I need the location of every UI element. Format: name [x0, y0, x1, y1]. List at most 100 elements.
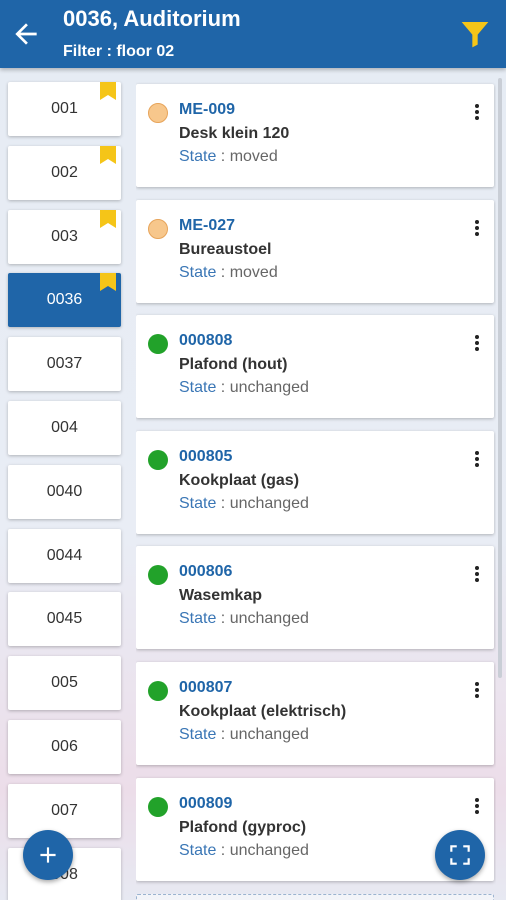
- item-state: State : unchanged: [179, 610, 309, 628]
- state-value: unchanged: [229, 841, 309, 859]
- room-label: 005: [51, 674, 78, 692]
- list-item[interactable]: 000808 Plafond (hout) State : unchanged: [136, 315, 494, 419]
- room-label: 003: [51, 227, 78, 245]
- list-item[interactable]: 000806 Wasemkap State : unchanged: [136, 546, 494, 650]
- room-item[interactable]: 0037: [8, 337, 121, 392]
- room-label: 001: [51, 100, 78, 117]
- list-item[interactable]: 000805 Kookplaat (gas) State : unchanged: [136, 430, 494, 534]
- item-state: State : unchanged: [179, 495, 309, 513]
- status-dot-icon: [148, 449, 168, 470]
- status-dot-icon: [148, 681, 168, 701]
- room-label: 002: [51, 163, 78, 181]
- item-code: 000807: [179, 679, 233, 696]
- room-item[interactable]: 005: [8, 656, 121, 711]
- app-bar: 0036, Auditorium Filter : floor 02: [0, 0, 506, 68]
- state-value: moved: [229, 263, 278, 281]
- more-vert-icon[interactable]: [472, 796, 482, 816]
- fullscreen-icon: [450, 845, 470, 865]
- list-item[interactable]: ME-009 Desk klein 120 State : moved: [136, 84, 494, 187]
- state-label: State: [179, 148, 217, 165]
- item-name: Kookplaat (elektrisch): [179, 703, 347, 720]
- status-dot-icon: [148, 218, 168, 239]
- item-state: State : moved: [179, 148, 278, 166]
- room-item[interactable]: 0045: [8, 592, 121, 647]
- item-name: Wasemkap: [179, 587, 262, 605]
- state-separator: :: [216, 379, 230, 397]
- state-separator: :: [216, 494, 230, 512]
- bookmark-icon: [100, 273, 116, 292]
- room-item[interactable]: 0044: [8, 528, 121, 583]
- item-name: Bureaustoel: [179, 240, 272, 258]
- funnel-icon[interactable]: [458, 18, 492, 50]
- state-label: State: [179, 263, 217, 281]
- item-name: Plafond (gyproc): [179, 818, 307, 836]
- status-dot-icon: [148, 796, 168, 817]
- more-vert-icon[interactable]: [472, 102, 482, 122]
- state-label: State: [179, 726, 217, 743]
- room-item[interactable]: 003: [8, 209, 121, 264]
- room-item[interactable]: 007: [8, 783, 121, 838]
- room-label: 0036: [46, 291, 83, 309]
- filter-subtitle: Filter : floor 02: [63, 43, 175, 60]
- room-label: 004: [51, 419, 78, 436]
- item-code: 000809: [179, 794, 233, 812]
- room-label: 0045: [46, 610, 83, 628]
- add-button[interactable]: [23, 830, 73, 880]
- room-label: 0040: [46, 482, 83, 500]
- room-list: 001 002 003 0036 0037 004 0040 0044 0045 005 006 00…: [0, 68, 130, 900]
- room-item[interactable]: 006: [8, 720, 121, 774]
- state-label: State: [179, 379, 217, 397]
- room-item[interactable]: 001: [8, 82, 121, 136]
- room-item[interactable]: 004: [8, 401, 121, 455]
- status-dot-icon: [148, 103, 168, 123]
- status-dot-icon: [148, 565, 168, 586]
- state-separator: :: [216, 726, 230, 743]
- state-value: unchanged: [229, 610, 309, 628]
- item-code: ME-009: [179, 101, 236, 118]
- state-label: State: [179, 494, 217, 512]
- more-vert-icon[interactable]: [472, 333, 482, 353]
- more-vert-icon[interactable]: [472, 218, 482, 238]
- list-item[interactable]: 000807 Kookplaat (elektrisch) State : unch…: [136, 662, 494, 765]
- item-list: ME-009 Desk klein 120 State : moved ME-027 B…: [136, 68, 496, 900]
- item-code: 000808: [179, 332, 233, 350]
- state-separator: :: [216, 610, 230, 628]
- room-label: 006: [51, 738, 78, 755]
- list-item[interactable]: ME-027 Bureaustoel State : moved: [136, 199, 494, 303]
- state-separator: :: [216, 263, 230, 281]
- room-label: 0037: [46, 355, 83, 373]
- room-item[interactable]: 002: [8, 145, 121, 200]
- room-label: 0044: [46, 546, 83, 564]
- state-label: State: [179, 841, 217, 859]
- more-vert-icon[interactable]: [472, 564, 482, 584]
- bookmark-icon: [100, 82, 116, 100]
- more-vert-icon[interactable]: [472, 680, 482, 700]
- item-code: ME-027: [179, 216, 236, 234]
- page-title: 0036, Auditorium: [63, 6, 241, 31]
- fullscreen-button[interactable]: [435, 830, 485, 880]
- state-label: State: [179, 610, 217, 628]
- state-value: unchanged: [229, 379, 309, 397]
- scrollbar[interactable]: [498, 78, 502, 678]
- list-item-partial: [136, 894, 494, 900]
- item-state: State : unchanged: [179, 379, 309, 397]
- bookmark-icon: [100, 145, 116, 164]
- status-dot-icon: [148, 334, 168, 355]
- item-state: State : unchanged: [179, 726, 309, 744]
- state-separator: :: [216, 148, 230, 165]
- bookmark-icon: [100, 209, 116, 228]
- item-state: State : unchanged: [179, 842, 309, 860]
- room-item[interactable]: 0036: [8, 273, 121, 328]
- item-name: Plafond (hout): [179, 356, 288, 374]
- room-item[interactable]: 0040: [8, 464, 121, 519]
- arrow-left-icon[interactable]: [10, 18, 42, 50]
- more-vert-icon[interactable]: [472, 449, 482, 469]
- state-separator: :: [216, 841, 230, 859]
- state-value: unchanged: [229, 494, 309, 512]
- room-label: 007: [51, 801, 78, 819]
- state-value: moved: [229, 148, 278, 165]
- state-value: unchanged: [229, 726, 309, 743]
- item-code: 000806: [179, 563, 233, 581]
- item-code: 000805: [179, 447, 233, 465]
- item-name: Desk klein 120: [179, 125, 290, 142]
